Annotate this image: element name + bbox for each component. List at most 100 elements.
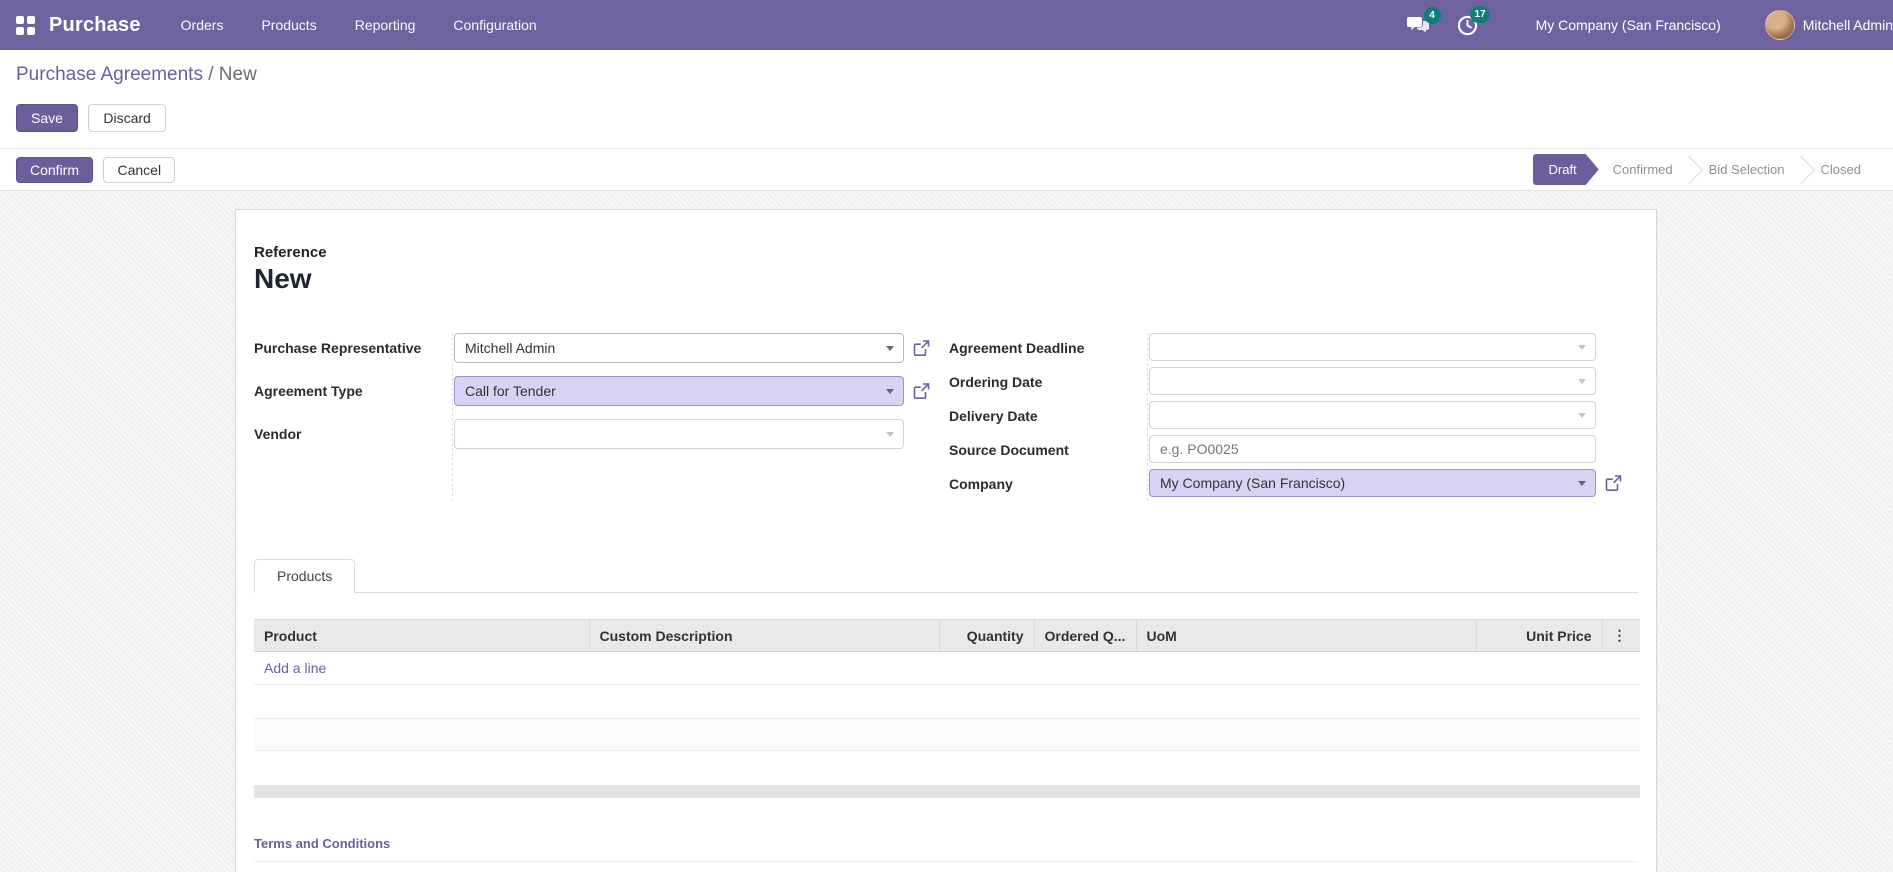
chevron-separator-icon [1786,155,1815,184]
statusbar: Confirm Cancel Draft Confirmed Bid Selec… [0,149,1893,191]
field-row-agreement-deadline: Agreement Deadline [949,333,1619,361]
save-button[interactable]: Save [16,104,78,132]
external-link-icon[interactable] [913,340,930,357]
vendor-select[interactable] [454,419,904,449]
field-row-vendor: Vendor [254,419,944,449]
purchase-representative-input[interactable] [454,333,904,363]
field-grid: Purchase Representative Mitchell Admin A… [254,333,1638,503]
field-row-company: Company My Company (San Francisco) [949,469,1622,497]
menu-configuration[interactable]: Configuration [453,17,536,33]
external-link-icon[interactable] [913,383,930,400]
field-row-ordering-date: Ordering Date [949,367,1619,395]
title-block: Reference New [254,244,1638,295]
chevron-separator-icon [1674,155,1703,184]
purchase-representative-widget [454,333,930,363]
agreement-deadline-label: Agreement Deadline [949,340,1085,356]
activities-badge: 17 [1470,5,1490,23]
col-custom-description[interactable]: Custom Description [588,619,939,652]
terms-separator [254,860,1638,862]
field-group-right: Agreement Deadline Ordering Date Deliver… [949,333,1622,503]
reference-value: New [254,263,312,294]
field-row-delivery-date: Delivery Date [949,401,1619,429]
external-link-icon[interactable] [1605,475,1622,492]
col-ordered-qty[interactable]: Ordered Q... [1033,619,1136,652]
col-uom[interactable]: UoM [1135,619,1476,652]
purchase-representative-label: Purchase Representative [254,340,422,356]
add-line-row: Add a line [254,651,1640,685]
agreement-type-select[interactable]: Call for Tender [454,376,904,406]
company-label: Company [949,476,1013,492]
agreement-type-value: Call for Tender [465,383,556,399]
user-avatar[interactable] [1764,10,1795,40]
terms-section: Terms and Conditions [254,835,1638,862]
agreement-type-label: Agreement Type [254,383,363,399]
activities-button[interactable]: 17 [1457,5,1490,36]
company-select[interactable]: My Company (San Francisco) [1149,469,1596,497]
stage-closed[interactable]: Closed [1807,162,1875,177]
horizontal-scrollbar-track[interactable] [254,784,1640,798]
top-navbar: Purchase Orders Products Reporting Confi… [0,0,1893,50]
odoo-purchase-app: Purchase Orders Products Reporting Confi… [0,0,1893,872]
delivery-date-widget [1149,401,1596,429]
empty-row [254,685,1640,719]
user-menu[interactable]: Mitchell Admin [1803,17,1893,33]
messages-badge: 4 [1423,6,1441,24]
stage-bid-selection[interactable]: Bid Selection [1695,162,1799,177]
main-menu: Orders Products Reporting Configuration [181,17,537,33]
delivery-date-label: Delivery Date [949,408,1038,424]
empty-row [254,751,1640,781]
ordering-date-label: Ordering Date [949,374,1043,390]
ordering-date-widget [1149,367,1596,395]
reference-label: Reference [254,244,327,261]
breadcrumb-separator: / [208,64,214,85]
col-quantity[interactable]: Quantity [938,619,1034,652]
field-row-agreement-type: Agreement Type Call for Tender [254,376,944,406]
confirm-button[interactable]: Confirm [16,156,94,183]
record-buttons: Save Discard [16,104,1877,132]
breadcrumb: Purchase Agreements / New [16,64,1877,86]
breadcrumb-parent-link[interactable]: Purchase Agreements [16,64,203,85]
control-panel: Purchase Agreements / New Save Discard [0,50,1893,149]
navbar-left: Purchase Orders Products Reporting Confi… [16,14,537,37]
menu-orders[interactable]: Orders [181,17,224,33]
agreement-type-widget: Call for Tender [454,376,930,406]
vendor-widget [454,419,904,449]
app-brand[interactable]: Purchase [49,14,141,37]
optional-columns-toggle-icon[interactable]: ⋮ [1601,619,1640,652]
field-group-left: Purchase Representative Mitchell Admin A… [254,333,944,503]
vendor-label: Vendor [254,426,302,442]
statusbar-actions: Confirm Cancel [16,156,181,183]
tab-products[interactable]: Products [254,559,356,593]
col-product[interactable]: Product [254,619,589,652]
field-row-source-document: Source Document [949,435,1619,463]
menu-products[interactable]: Products [261,17,316,33]
breadcrumb-current: New [218,64,257,85]
notebook-tabs: Products [254,559,1638,593]
col-unit-price[interactable]: Unit Price [1475,619,1602,652]
form-view: Reference New Purchase Representative Mi… [0,191,1893,872]
ordering-date-datepicker[interactable] [1149,367,1596,395]
form-sheet: Reference New Purchase Representative Mi… [235,209,1657,872]
apps-grid-icon[interactable] [16,15,35,35]
terms-and-conditions-label: Terms and Conditions [254,835,391,851]
agreement-deadline-widget [1149,333,1596,361]
stage-draft[interactable]: Draft [1533,154,1599,185]
source-document-label: Source Document [949,442,1069,458]
messages-button[interactable]: 4 [1406,6,1441,35]
source-document-input[interactable] [1149,435,1596,463]
add-a-line-link[interactable]: Add a line [254,651,1640,685]
products-table: Product Custom Description Quantity Orde… [254,619,1640,781]
company-value: My Company (San Francisco) [1160,475,1346,491]
empty-row [254,718,1640,751]
stage-pipeline: Draft Confirmed Bid Selection Closed [1533,154,1876,185]
source-document-widget [1149,435,1596,463]
agreement-deadline-datepicker[interactable] [1149,333,1596,361]
navbar-right: 4 17 My Company (San Francisco) Mitchell… [1406,0,1893,50]
discard-button[interactable]: Discard [88,104,166,132]
cancel-button[interactable]: Cancel [103,156,176,183]
menu-reporting[interactable]: Reporting [355,17,416,33]
table-header-row: Product Custom Description Quantity Orde… [254,619,1640,652]
company-widget: My Company (San Francisco) [1149,469,1622,497]
delivery-date-datepicker[interactable] [1149,401,1596,429]
company-switcher[interactable]: My Company (San Francisco) [1536,17,1721,33]
